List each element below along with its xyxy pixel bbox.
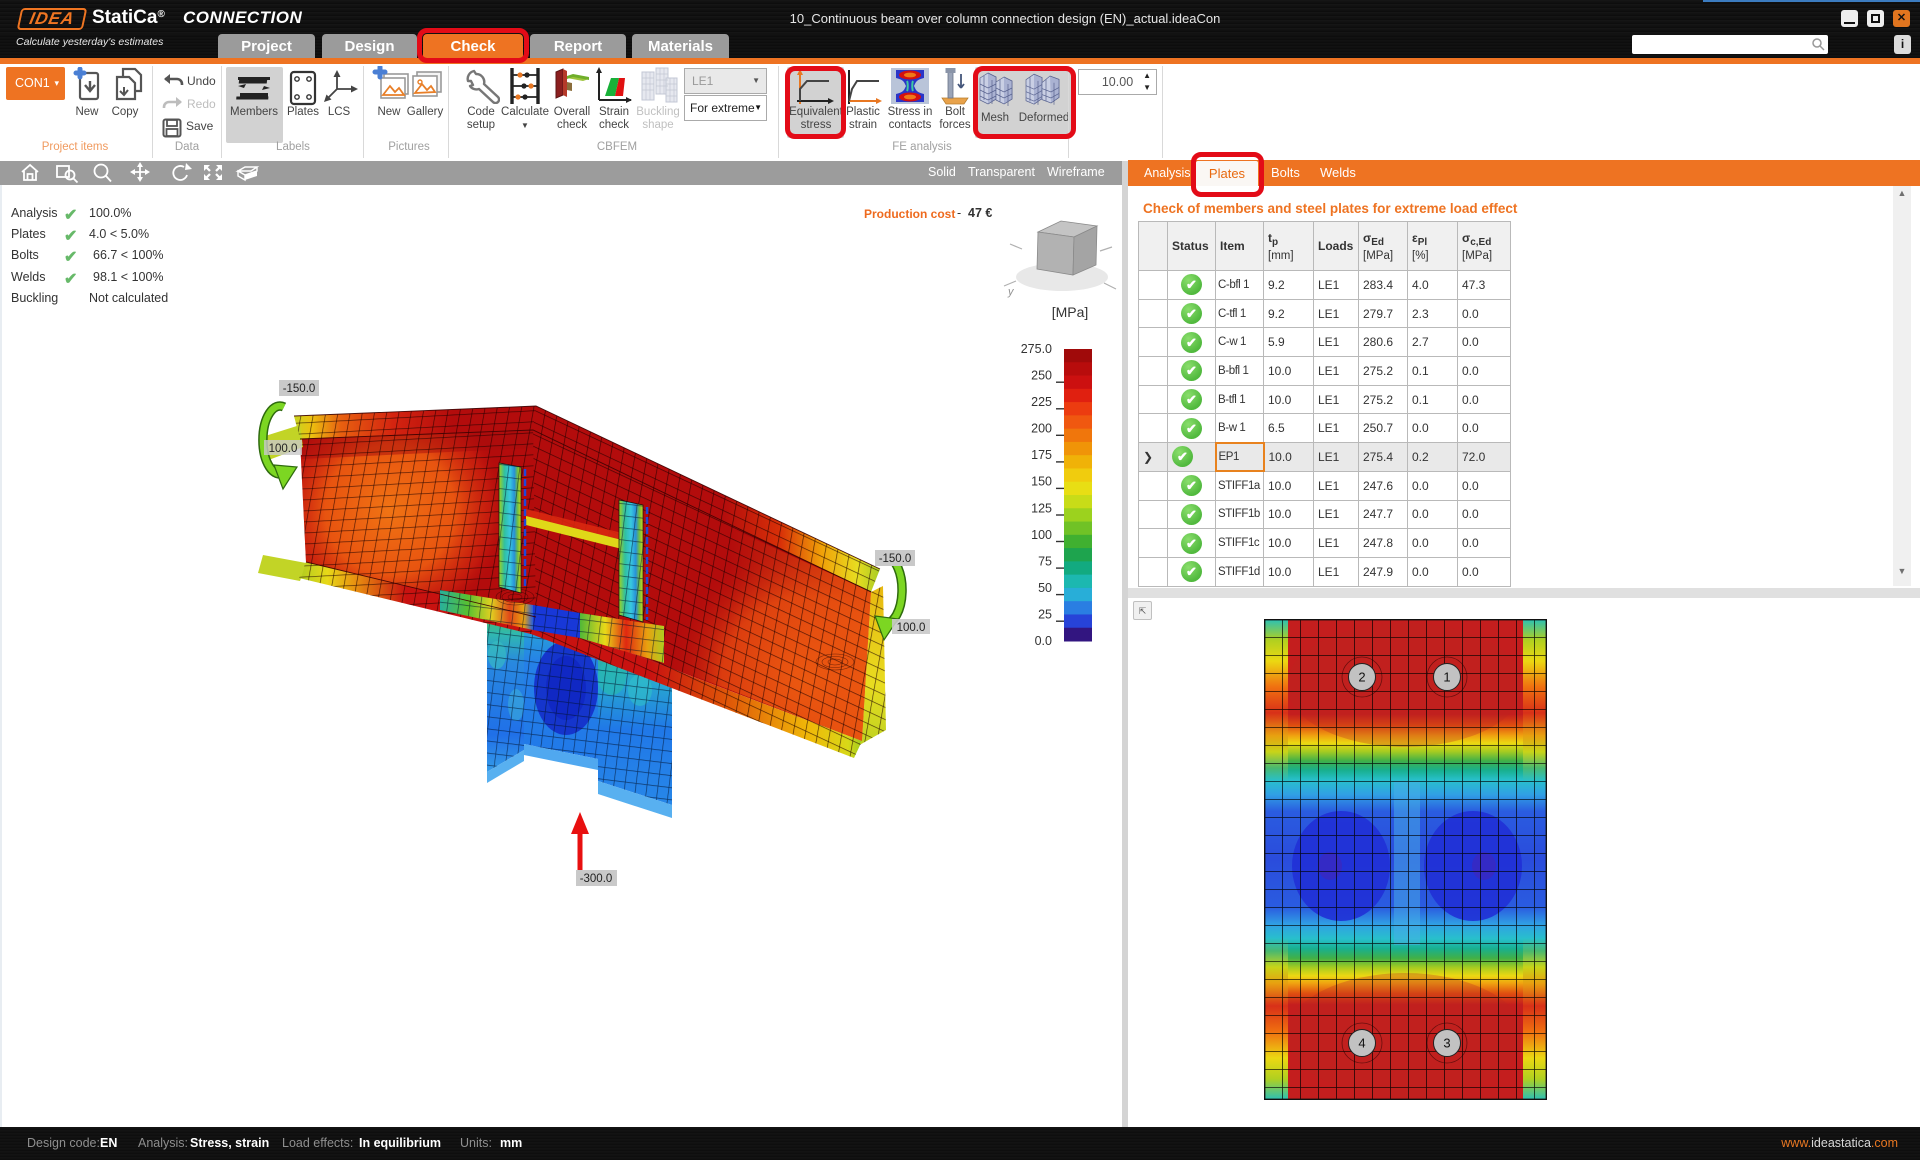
svg-text:100: 100 [1031, 528, 1052, 542]
svg-text:-300.0: -300.0 [580, 873, 613, 885]
svg-text:100.0: 100.0 [269, 443, 298, 455]
svg-text:25: 25 [1038, 608, 1052, 622]
svg-text:250: 250 [1031, 369, 1052, 383]
svg-text:-150.0: -150.0 [879, 553, 912, 565]
svg-text:175: 175 [1031, 448, 1052, 462]
svg-text:0.0: 0.0 [1035, 634, 1052, 648]
svg-text:225: 225 [1031, 395, 1052, 409]
svg-text:3: 3 [1443, 1036, 1450, 1051]
svg-text:1: 1 [1443, 670, 1450, 685]
svg-text:y: y [1007, 286, 1015, 298]
svg-text:125: 125 [1031, 501, 1052, 515]
svg-text:150: 150 [1031, 475, 1052, 489]
svg-text:4: 4 [1358, 1036, 1365, 1051]
svg-text:275.0: 275.0 [1021, 342, 1052, 356]
svg-text:200: 200 [1031, 422, 1052, 436]
svg-text:-150.0: -150.0 [283, 383, 316, 395]
svg-text:75: 75 [1038, 554, 1052, 568]
svg-text:100.0: 100.0 [897, 622, 926, 634]
svg-text:[MPa]: [MPa] [1052, 304, 1089, 320]
svg-text:2: 2 [1358, 670, 1365, 685]
svg-text:50: 50 [1038, 581, 1052, 595]
